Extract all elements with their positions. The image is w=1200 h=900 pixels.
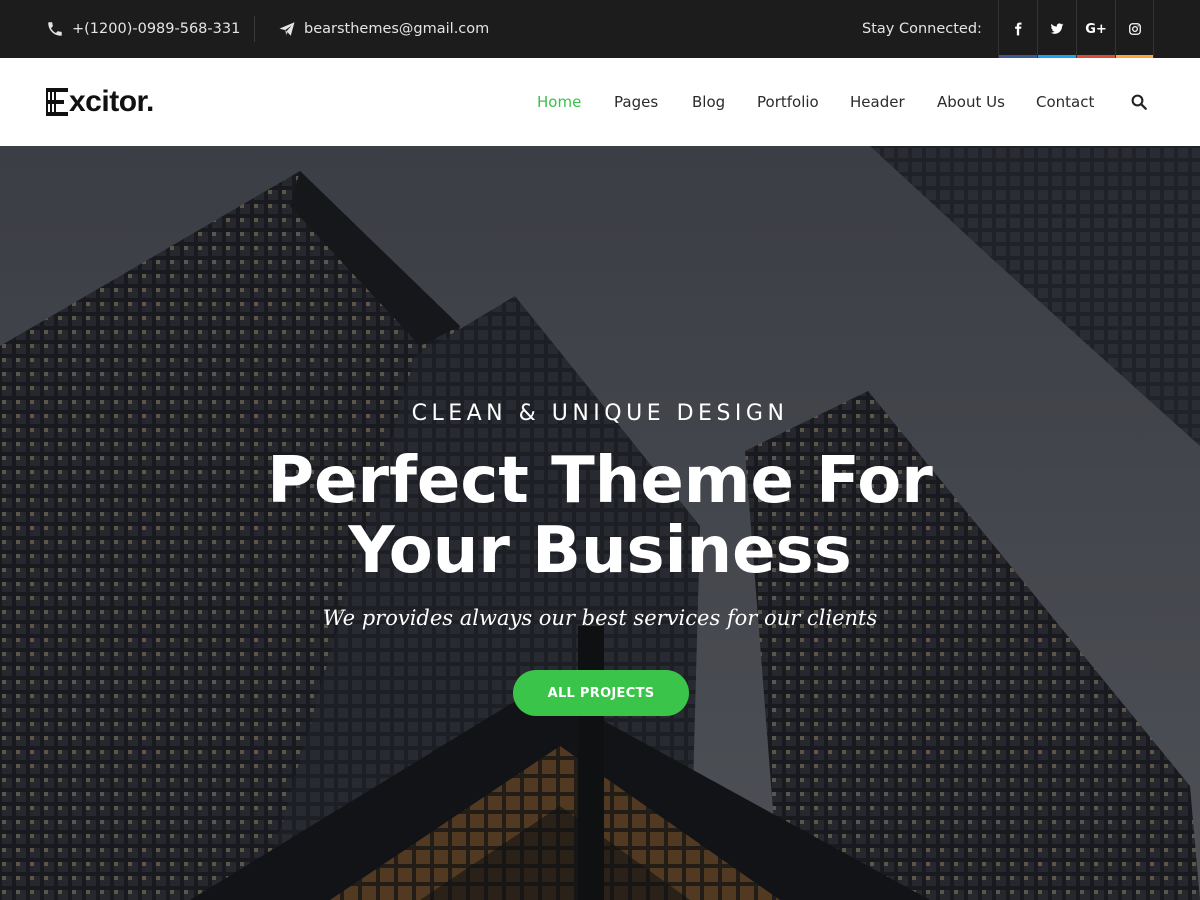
divider [254,16,255,42]
hero-kicker: CLEAN & UNIQUE DESIGN [411,401,789,426]
hero-subline: We provides always our best services for… [322,606,878,630]
nav-home[interactable]: Home [537,58,581,146]
headline-line-1: Perfect Theme For [267,444,933,518]
facebook-button[interactable] [998,0,1037,58]
google-plus-icon: G+ [1085,21,1107,37]
all-projects-button[interactable]: ALL PROJECTS [513,670,689,716]
headline-line-2: Your Business [348,514,852,588]
nav-pages[interactable]: Pages [614,58,658,146]
search-icon[interactable] [1130,93,1148,111]
contact-phone[interactable]: +(1200)-0989-568-331 [46,0,240,58]
nav-portfolio[interactable]: Portfolio [757,58,819,146]
main-header: xcitor. Home Pages Blog Portfolio Header… [0,58,1200,146]
top-bar: +(1200)-0989-568-331 bearsthemes@gmail.c… [0,0,1200,58]
twitter-icon [1050,23,1064,34]
facebook-icon [1015,22,1022,36]
social-links: G+ [998,0,1154,58]
google-plus-button[interactable]: G+ [1076,0,1115,58]
contact-email[interactable]: bearsthemes@gmail.com [278,0,489,58]
stay-connected-label: Stay Connected: [862,21,982,37]
twitter-button[interactable] [1037,0,1076,58]
instagram-button[interactable] [1115,0,1154,58]
hero-headline: Perfect Theme For Your Business [0,446,1200,586]
nav-blog[interactable]: Blog [692,58,725,146]
nav-header[interactable]: Header [850,58,905,146]
paper-plane-icon [279,22,295,36]
nav-contact[interactable]: Contact [1036,58,1094,146]
site-logo[interactable]: xcitor. [46,85,154,119]
email-address: bearsthemes@gmail.com [304,21,490,37]
hero-banner: CLEAN & UNIQUE DESIGN Perfect Theme For … [0,146,1200,900]
phone-icon [48,22,62,36]
logo-e-mark [46,88,68,116]
instagram-icon [1128,23,1141,35]
phone-number: +(1200)-0989-568-331 [72,21,241,37]
nav-about-us[interactable]: About Us [937,58,1005,146]
logo-text: xcitor. [69,85,154,118]
